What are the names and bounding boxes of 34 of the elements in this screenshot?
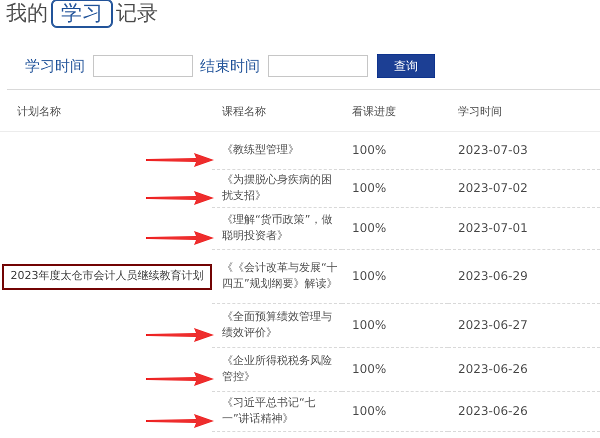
page-title: 记录 <box>116 2 158 24</box>
search-button[interactable]: 查询 <box>377 54 435 78</box>
course-name[interactable]: 《全面预算绩效管理与绩效评价》 <box>222 309 338 341</box>
progress-value: 100% <box>352 142 386 159</box>
page-title-highlight: 学习 <box>51 0 113 28</box>
progress-value: 100% <box>352 268 386 285</box>
study-date: 2023-07-02 <box>458 180 528 197</box>
start-date-field[interactable] <box>93 55 193 77</box>
progress-value: 100% <box>352 361 386 378</box>
column-header: 课程名称 <box>222 105 266 118</box>
course-name[interactable]: 《教练型管理》 <box>222 142 299 158</box>
end-date-field[interactable] <box>268 55 368 77</box>
progress-value: 100% <box>352 317 386 334</box>
course-name[interactable]: 《为摆脱心身疾病的困扰支招》 <box>222 172 338 204</box>
study-date: 2023-06-26 <box>458 361 528 378</box>
progress-value: 100% <box>352 220 386 237</box>
progress-value: 100% <box>352 403 386 420</box>
study-date: 2023-06-26 <box>458 403 528 420</box>
column-header: 看课进度 <box>352 105 396 118</box>
study-date: 2023-06-29 <box>458 268 528 285</box>
plan-name: 2023年度太仓市会计人员继续教育计划 <box>2 264 212 290</box>
study-date: 2023-06-27 <box>458 317 528 334</box>
course-name[interactable]: 《习近平总书记“七一”讲话精神》 <box>222 395 338 427</box>
course-name[interactable]: 《《会计改革与发展“十四五”规划纲要》解读》 <box>222 260 338 292</box>
study-date: 2023-07-01 <box>458 220 528 237</box>
study-date: 2023-07-03 <box>458 142 528 159</box>
column-header: 学习时间 <box>458 105 502 118</box>
course-name[interactable]: 《企业所得税税务风险管控》 <box>222 353 338 385</box>
field-label: 结束时间 <box>200 56 260 77</box>
progress-value: 100% <box>352 180 386 197</box>
page-title: 我的 <box>6 2 48 24</box>
field-label: 学习时间 <box>25 56 85 77</box>
course-name[interactable]: 《理解“货币政策”，做聪明投资者》 <box>222 212 338 244</box>
column-header: 计划名称 <box>17 105 61 118</box>
